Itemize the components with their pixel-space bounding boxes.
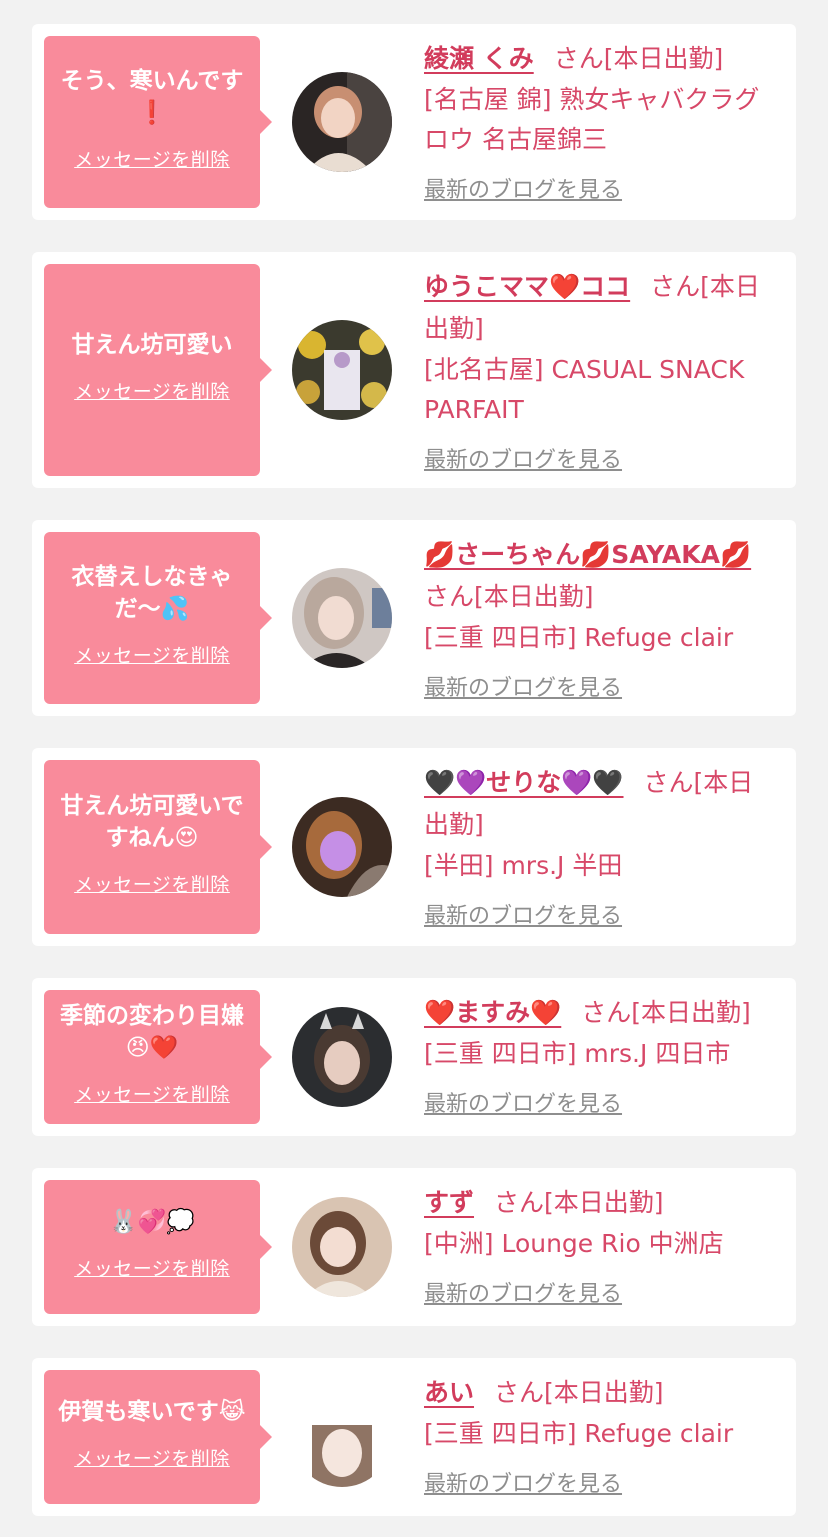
message-text: 衣替えしなきゃだ〜💦 — [71, 563, 233, 622]
cast-name-link[interactable]: すず — [424, 1188, 474, 1217]
avatar-photo — [292, 1387, 392, 1487]
message-text: 🐰💞💭 — [109, 1208, 195, 1235]
avatar-photo — [292, 1197, 392, 1297]
cast-info: 綾瀬 くみ さん[本日出勤] [名古屋 錦] 熟女キャバクラグロウ 名古屋錦三 最… — [424, 38, 776, 204]
latest-blog-link[interactable]: 最新のブログを見る — [424, 1466, 622, 1498]
delete-message-link[interactable]: メッセージを削除 — [74, 1080, 230, 1107]
cast-info: ❤️ますみ❤️ さん[本日出勤] [三重 四日市] mrs.J 四日市 最新のブロ… — [424, 992, 776, 1118]
message-text: 伊賀も寒いです😹 — [58, 1398, 246, 1425]
message-card: 甘えん坊可愛いですねん😍 メッセージを削除 🖤💜せりな💜🖤 さん[本日出勤] [半… — [32, 748, 796, 946]
avatar[interactable] — [292, 1387, 392, 1487]
message-bubble: 甘えん坊可愛い メッセージを削除 — [44, 264, 272, 476]
delete-message-link[interactable]: メッセージを削除 — [74, 377, 230, 404]
delete-message-link[interactable]: メッセージを削除 — [74, 1444, 230, 1471]
message-text: 甘えん坊可愛いですねん😍 — [60, 792, 244, 851]
shop-name: [半田] mrs.J 半田 — [424, 851, 623, 880]
latest-blog-link[interactable]: 最新のブログを見る — [424, 1086, 622, 1118]
shop-name: [三重 四日市] Refuge clair — [424, 1419, 734, 1448]
message-bubble: そう、寒いんです❗️ メッセージを削除 — [44, 36, 272, 208]
avatar[interactable] — [292, 1197, 392, 1297]
message-text: 甘えん坊可愛い — [71, 331, 233, 358]
cast-status: さん[本日出勤] — [553, 44, 724, 73]
avatar-photo — [292, 568, 392, 668]
cast-info: 🖤💜せりな💜🖤 さん[本日出勤] [半田] mrs.J 半田 最新のブログを見る — [424, 762, 776, 930]
message-bubble: 🐰💞💭 メッセージを削除 — [44, 1180, 272, 1314]
message-card: 季節の変わり目嫌😠❤️ メッセージを削除 ❤️ますみ❤️ さん[本日出勤] [三重… — [32, 978, 796, 1136]
cast-name-link[interactable]: 綾瀬 くみ — [424, 44, 534, 73]
cast-info: ゆうこママ❤️ココ さん[本日出勤] [北名古屋] CASUAL SNACK PA… — [424, 266, 776, 474]
message-card: 🐰💞💭 メッセージを削除 すず さん[本日出勤] [中洲] Lounge Rio … — [32, 1168, 796, 1326]
cast-info: 💋さーちゃん💋SAYAKA💋 さん[本日出勤] [三重 四日市] Refuge c… — [424, 534, 776, 702]
cast-status: さん[本日出勤] — [494, 1188, 664, 1217]
cast-info: あい さん[本日出勤] [三重 四日市] Refuge clair 最新のブログを… — [424, 1372, 776, 1498]
avatar[interactable] — [292, 320, 392, 420]
shop-name: [三重 四日市] mrs.J 四日市 — [424, 1039, 731, 1068]
message-bubble: 衣替えしなきゃだ〜💦 メッセージを削除 — [44, 532, 272, 704]
message-bubble: 甘えん坊可愛いですねん😍 メッセージを削除 — [44, 760, 272, 934]
message-card: そう、寒いんです❗️ メッセージを削除 綾瀬 くみ さん[本日出勤] [名古屋 錦… — [32, 24, 796, 220]
cast-name-link[interactable]: 💋さーちゃん💋SAYAKA💋 — [424, 540, 751, 569]
cast-status: さん[本日出勤] — [424, 582, 594, 611]
message-bubble: 季節の変わり目嫌😠❤️ メッセージを削除 — [44, 990, 272, 1124]
delete-message-link[interactable]: メッセージを削除 — [74, 145, 230, 172]
shop-name: [北名古屋] CASUAL SNACK PARFAIT — [424, 355, 745, 424]
message-bubble: 伊賀も寒いです😹 メッセージを削除 — [44, 1370, 272, 1504]
message-text: そう、寒いんです❗️ — [60, 67, 244, 126]
message-card: 衣替えしなきゃだ〜💦 メッセージを削除 💋さーちゃん💋SAYAKA💋 さん[本日出… — [32, 520, 796, 716]
avatar-photo — [292, 1007, 392, 1107]
shop-name: [名古屋 錦] 熟女キャバクラグロウ 名古屋錦三 — [424, 85, 760, 154]
avatar[interactable] — [292, 72, 392, 172]
avatar-photo — [292, 72, 392, 172]
delete-message-link[interactable]: メッセージを削除 — [74, 1254, 230, 1281]
cast-name-link[interactable]: 🖤💜せりな💜🖤 — [424, 768, 624, 797]
avatar[interactable] — [292, 797, 392, 897]
message-text: 季節の変わり目嫌😠❤️ — [60, 1002, 244, 1061]
latest-blog-link[interactable]: 最新のブログを見る — [424, 172, 622, 204]
shop-name: [中洲] Lounge Rio 中洲店 — [424, 1229, 724, 1258]
latest-blog-link[interactable]: 最新のブログを見る — [424, 898, 622, 930]
cast-info: すず さん[本日出勤] [中洲] Lounge Rio 中洲店 最新のブログを見る — [424, 1182, 776, 1308]
latest-blog-link[interactable]: 最新のブログを見る — [424, 442, 622, 474]
message-card: 甘えん坊可愛い メッセージを削除 ゆうこママ❤️ココ さん[本日出勤] [北名古屋… — [32, 252, 796, 488]
message-card: 伊賀も寒いです😹 メッセージを削除 あい さん[本日出勤] [三重 四日市] Re… — [32, 1358, 796, 1516]
avatar[interactable] — [292, 1007, 392, 1107]
latest-blog-link[interactable]: 最新のブログを見る — [424, 1276, 622, 1308]
delete-message-link[interactable]: メッセージを削除 — [74, 870, 230, 897]
avatar-photo — [292, 797, 392, 897]
cast-name-link[interactable]: ゆうこママ❤️ココ — [424, 272, 630, 301]
cast-status: さん[本日出勤] — [581, 998, 751, 1027]
delete-message-link[interactable]: メッセージを削除 — [74, 641, 230, 668]
avatar[interactable] — [292, 568, 392, 668]
shop-name: [三重 四日市] Refuge clair — [424, 623, 734, 652]
avatar-photo — [292, 320, 392, 420]
cast-status: さん[本日出勤] — [494, 1378, 664, 1407]
cast-name-link[interactable]: あい — [424, 1378, 474, 1407]
cast-name-link[interactable]: ❤️ますみ❤️ — [424, 998, 561, 1027]
latest-blog-link[interactable]: 最新のブログを見る — [424, 670, 622, 702]
